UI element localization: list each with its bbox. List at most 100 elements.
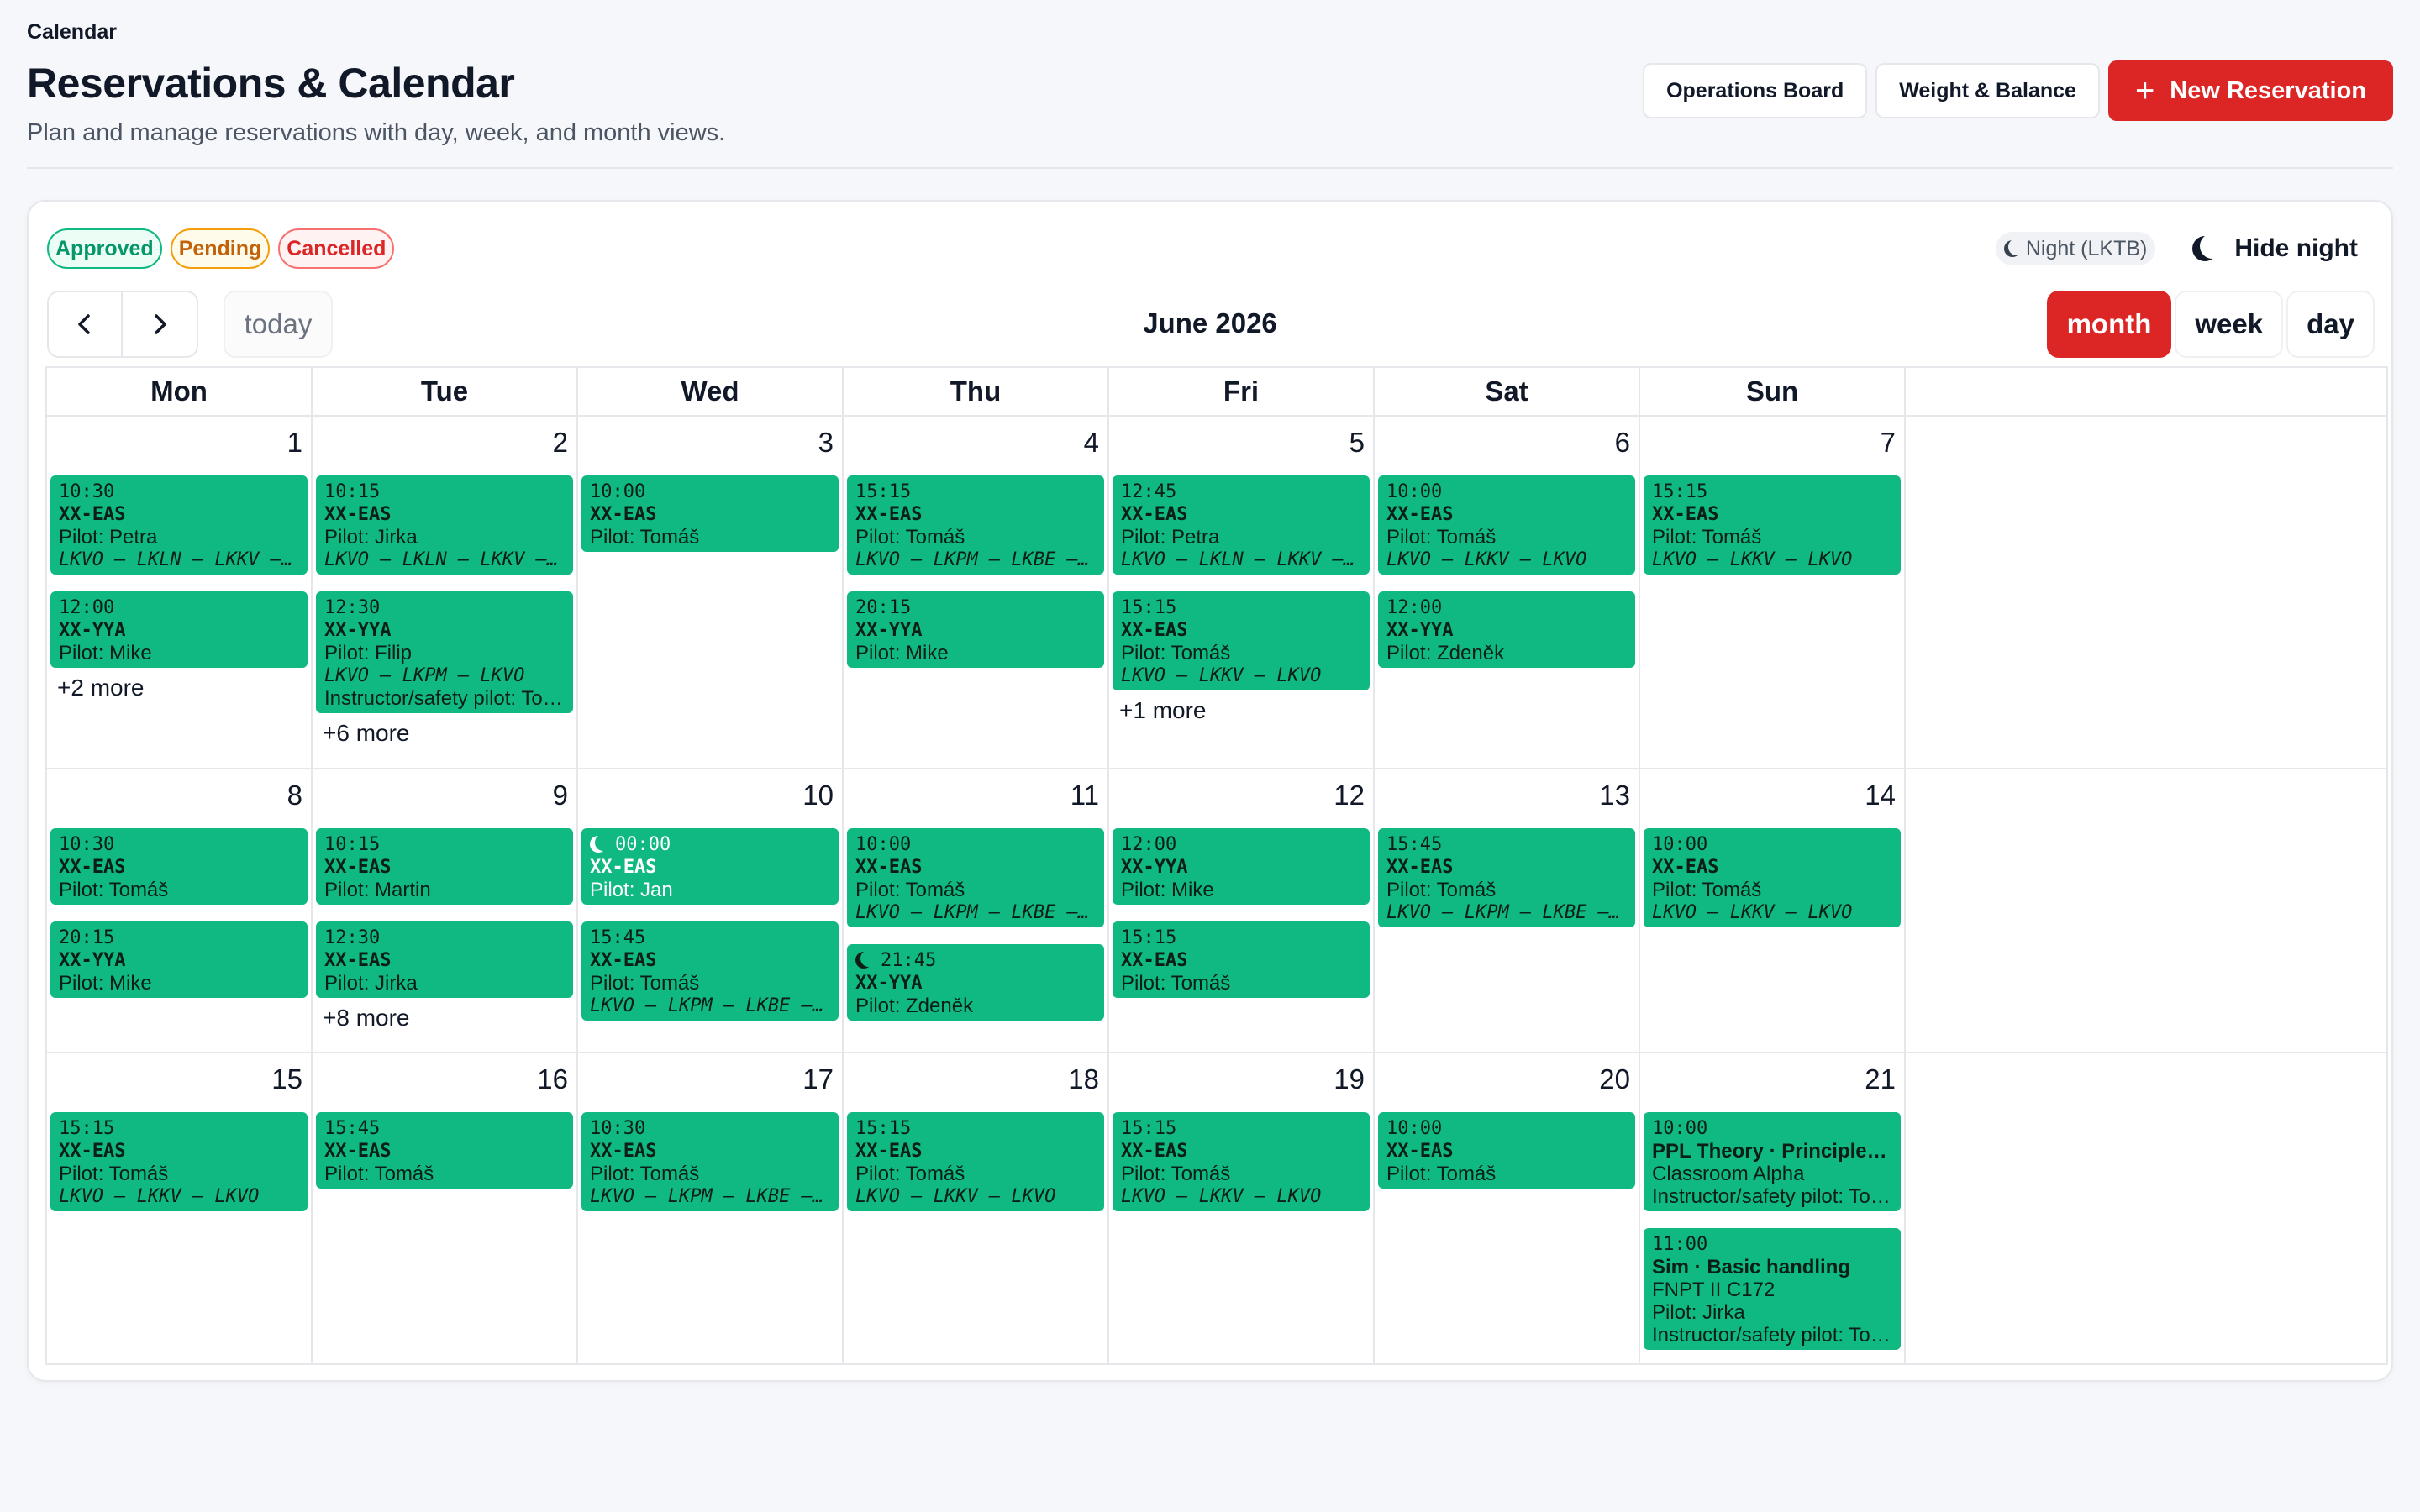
reservation-event[interactable]: 21:45 XX-YYA Pilot: Zdeněk — [847, 944, 1104, 1021]
event-time: 20:15 — [59, 927, 115, 948]
plus-icon: + — [2134, 72, 2155, 109]
day-number[interactable]: 15 — [50, 1058, 308, 1112]
day-cell[interactable]: 12 12:00 XX-YYA Pilot: Mike 15:15 XX-EAS Pilot… — [1109, 769, 1375, 1052]
reservation-event[interactable]: 11:00 Sim · Basic handling FNPT II C172 Pil… — [1644, 1228, 1901, 1350]
day-number[interactable]: 11 — [847, 774, 1104, 828]
day-number[interactable]: 2 — [316, 422, 573, 475]
reservation-event[interactable]: 10:30 XX-EAS Pilot: Tomáš LKVO – LKPM – LKB… — [581, 1112, 839, 1211]
reservation-event[interactable]: 15:15 XX-EAS Pilot: Tomáš LKVO – LKKV – LKV… — [50, 1112, 308, 1211]
reservation-event[interactable]: 12:00 XX-YYA Pilot: Mike — [1113, 828, 1370, 905]
day-cell[interactable]: 1 10:30 XX-EAS Pilot: Petra LKVO – LKLN – LK… — [47, 417, 313, 768]
reservation-event[interactable]: 15:15 XX-EAS Pilot: Tomáš LKVO – LKKV – LKV… — [847, 1112, 1104, 1211]
day-number[interactable]: 13 — [1378, 774, 1635, 828]
day-number[interactable]: 6 — [1378, 422, 1635, 475]
day-cell[interactable]: 5 12:45 XX-EAS Pilot: Petra LKVO – LKLN – LK… — [1109, 417, 1375, 768]
day-number[interactable]: 8 — [50, 774, 308, 828]
weight-balance-button[interactable]: Weight & Balance — [1876, 63, 2100, 118]
day-cell[interactable]: 2 10:15 XX-EAS Pilot: Jirka LKVO – LKLN – LK… — [313, 417, 578, 768]
reservation-event[interactable]: 15:45 XX-EAS Pilot: Tomáš LKVO – LKPM – LKB… — [581, 921, 839, 1021]
reservation-event[interactable]: 10:00 XX-EAS Pilot: Tomáš LKVO – LKPM – LKB… — [847, 828, 1104, 927]
day-number[interactable]: 14 — [1644, 774, 1901, 828]
day-cell[interactable]: 8 10:30 XX-EAS Pilot: Tomáš 20:15 XX-YYA Pilot… — [47, 769, 313, 1052]
day-number[interactable]: 4 — [847, 422, 1104, 475]
more-events-link[interactable]: +1 more — [1113, 697, 1370, 724]
event-route: LKVO – LKPM – LKBE – LKVO — [590, 995, 830, 1016]
day-cell[interactable]: 16 15:45 XX-EAS Pilot: Tomáš — [313, 1053, 578, 1363]
prev-month-button[interactable] — [47, 291, 123, 358]
day-cell[interactable]: 15 15:15 XX-EAS Pilot: Tomáš LKVO – LKKV – L… — [47, 1053, 313, 1363]
day-cell[interactable]: 4 15:15 XX-EAS Pilot: Tomáš LKVO – LKPM – LK… — [844, 417, 1109, 768]
reservation-event[interactable]: 10:00PPL Theory · Principles of FlightCl… — [1644, 1112, 1901, 1211]
more-events-link[interactable]: +6 more — [316, 720, 573, 747]
month-label: June 2026 — [1143, 307, 1277, 339]
reservation-event[interactable]: 15:45 XX-EAS Pilot: Tomáš — [316, 1112, 573, 1189]
day-cell[interactable]: 10 00:00 XX-EAS Pilot: Jan 15:45 XX-EAS Pilot:… — [578, 769, 844, 1052]
day-cell[interactable]: 2110:00PPL Theory · Principles of Flight… — [1640, 1053, 1906, 1363]
calendar-card: Approved Pending Cancelled Night (LKTB) … — [27, 200, 2393, 1382]
day-number[interactable]: 19 — [1113, 1058, 1370, 1112]
hide-night-toggle[interactable]: Hide night — [2192, 234, 2358, 263]
event-pilot: Pilot: Mike — [1121, 879, 1214, 901]
reservation-event[interactable]: 10:00 XX-EAS Pilot: Tomáš — [1378, 1112, 1635, 1189]
view-week-button[interactable]: week — [2175, 291, 2284, 358]
view-day-button[interactable]: day — [2286, 291, 2375, 358]
reservation-event[interactable]: 15:15 XX-EAS Pilot: Tomáš LKVO – LKPM – LKB… — [847, 475, 1104, 575]
reservation-event[interactable]: 12:00 XX-YYA Pilot: Mike — [50, 591, 308, 668]
day-cell[interactable]: 20 10:00 XX-EAS Pilot: Tomáš — [1375, 1053, 1640, 1363]
more-events-link[interactable]: +8 more — [316, 1005, 573, 1032]
day-cell[interactable]: 6 10:00 XX-EAS Pilot: Tomáš LKVO – LKKV – LK… — [1375, 417, 1640, 768]
day-number[interactable]: 20 — [1378, 1058, 1635, 1112]
operations-board-button[interactable]: Operations Board — [1643, 63, 1868, 118]
reservation-event[interactable]: 12:00 XX-YYA Pilot: Zdeněk — [1378, 591, 1635, 668]
day-number[interactable]: 18 — [847, 1058, 1104, 1112]
reservation-event[interactable]: 12:45 XX-EAS Pilot: Petra LKVO – LKLN – LKK… — [1113, 475, 1370, 575]
day-cell[interactable]: 18 15:15 XX-EAS Pilot: Tomáš LKVO – LKKV – L… — [844, 1053, 1109, 1363]
event-time: 10:00 — [855, 834, 912, 855]
reservation-event[interactable]: 15:15 XX-EAS Pilot: Tomáš LKVO – LKKV – LKV… — [1113, 591, 1370, 690]
day-number[interactable]: 12 — [1113, 774, 1370, 828]
day-cell[interactable]: 3 10:00 XX-EAS Pilot: Tomáš — [578, 417, 844, 768]
reservation-event[interactable]: 10:15 XX-EAS Pilot: Martin — [316, 828, 573, 905]
day-number[interactable]: 17 — [581, 1058, 839, 1112]
reservation-event[interactable]: 10:30 XX-EAS Pilot: Petra LKVO – LKLN – LKK… — [50, 475, 308, 575]
event-pilot: Pilot: Tomáš — [1386, 526, 1497, 549]
event-pilot: Pilot: Jirka — [324, 526, 418, 549]
reservation-event[interactable]: 12:30 XX-YYA Pilot: Filip LKVO – LKPM – LKV… — [316, 591, 573, 713]
reservation-event[interactable]: 10:00 XX-EAS Pilot: Tomáš LKVO – LKKV – LKV… — [1378, 475, 1635, 575]
day-number[interactable]: 16 — [316, 1058, 573, 1112]
reservation-event[interactable]: 15:15 XX-EAS Pilot: Tomáš LKVO – LKKV – LKV… — [1113, 1112, 1370, 1211]
day-number[interactable]: 7 — [1644, 422, 1901, 475]
day-cell[interactable]: 7 15:15 XX-EAS Pilot: Tomáš LKVO – LKKV – LK… — [1640, 417, 1906, 768]
day-cell[interactable]: 13 15:45 XX-EAS Pilot: Tomáš LKVO – LKPM – L… — [1375, 769, 1640, 1052]
view-month-button[interactable]: month — [2046, 291, 2172, 358]
reservation-event[interactable]: 10:15 XX-EAS Pilot: Jirka LKVO – LKLN – LKK… — [316, 475, 573, 575]
reservation-event[interactable]: 10:00 XX-EAS Pilot: Tomáš — [581, 475, 839, 552]
reservation-event[interactable]: 10:00 XX-EAS Pilot: Tomáš LKVO – LKKV – LKV… — [1644, 828, 1901, 927]
reservation-event[interactable]: 12:30 XX-EAS Pilot: Jirka — [316, 921, 573, 998]
day-number[interactable]: 21 — [1644, 1058, 1901, 1112]
more-events-link[interactable]: +2 more — [50, 675, 308, 701]
day-cell[interactable]: 14 10:00 XX-EAS Pilot: Tomáš LKVO – LKKV – L… — [1640, 769, 1906, 1052]
day-number[interactable]: 3 — [581, 422, 839, 475]
reservation-event[interactable]: 15:15 XX-EAS Pilot: Tomáš LKVO – LKKV – LKV… — [1644, 475, 1901, 575]
day-number[interactable]: 1 — [50, 422, 308, 475]
reservation-event[interactable]: 20:15 XX-YYA Pilot: Mike — [847, 591, 1104, 668]
reservation-event[interactable]: 15:45 XX-EAS Pilot: Tomáš LKVO – LKPM – LKB… — [1378, 828, 1635, 927]
reservation-event[interactable]: 00:00 XX-EAS Pilot: Jan — [581, 828, 839, 905]
day-cell[interactable]: 9 10:15 XX-EAS Pilot: Martin 12:30 XX-EAS Pilo… — [313, 769, 578, 1052]
day-number[interactable]: 10 — [581, 774, 839, 828]
reservation-event[interactable]: 15:15 XX-EAS Pilot: Tomáš — [1113, 921, 1370, 998]
event-time: 12:00 — [1386, 597, 1443, 618]
next-month-button[interactable] — [123, 291, 198, 358]
day-cell[interactable]: 17 10:30 XX-EAS Pilot: Tomáš LKVO – LKPM – L… — [578, 1053, 844, 1363]
day-number[interactable]: 5 — [1113, 422, 1370, 475]
day-number[interactable]: 9 — [316, 774, 573, 828]
reservation-event[interactable]: 20:15 XX-YYA Pilot: Mike — [50, 921, 308, 998]
page-subtitle: Plan and manage reservations with day, w… — [27, 119, 726, 146]
day-cell[interactable]: 11 10:00 XX-EAS Pilot: Tomáš LKVO – LKPM – L… — [844, 769, 1109, 1052]
new-reservation-button[interactable]: + New Reservation — [2107, 60, 2393, 121]
event-route: LKVO – LKKV – LKVO — [1121, 665, 1322, 686]
today-button[interactable]: today — [224, 291, 333, 358]
day-cell[interactable]: 19 15:15 XX-EAS Pilot: Tomáš LKVO – LKKV – L… — [1109, 1053, 1375, 1363]
reservation-event[interactable]: 10:30 XX-EAS Pilot: Tomáš — [50, 828, 308, 905]
